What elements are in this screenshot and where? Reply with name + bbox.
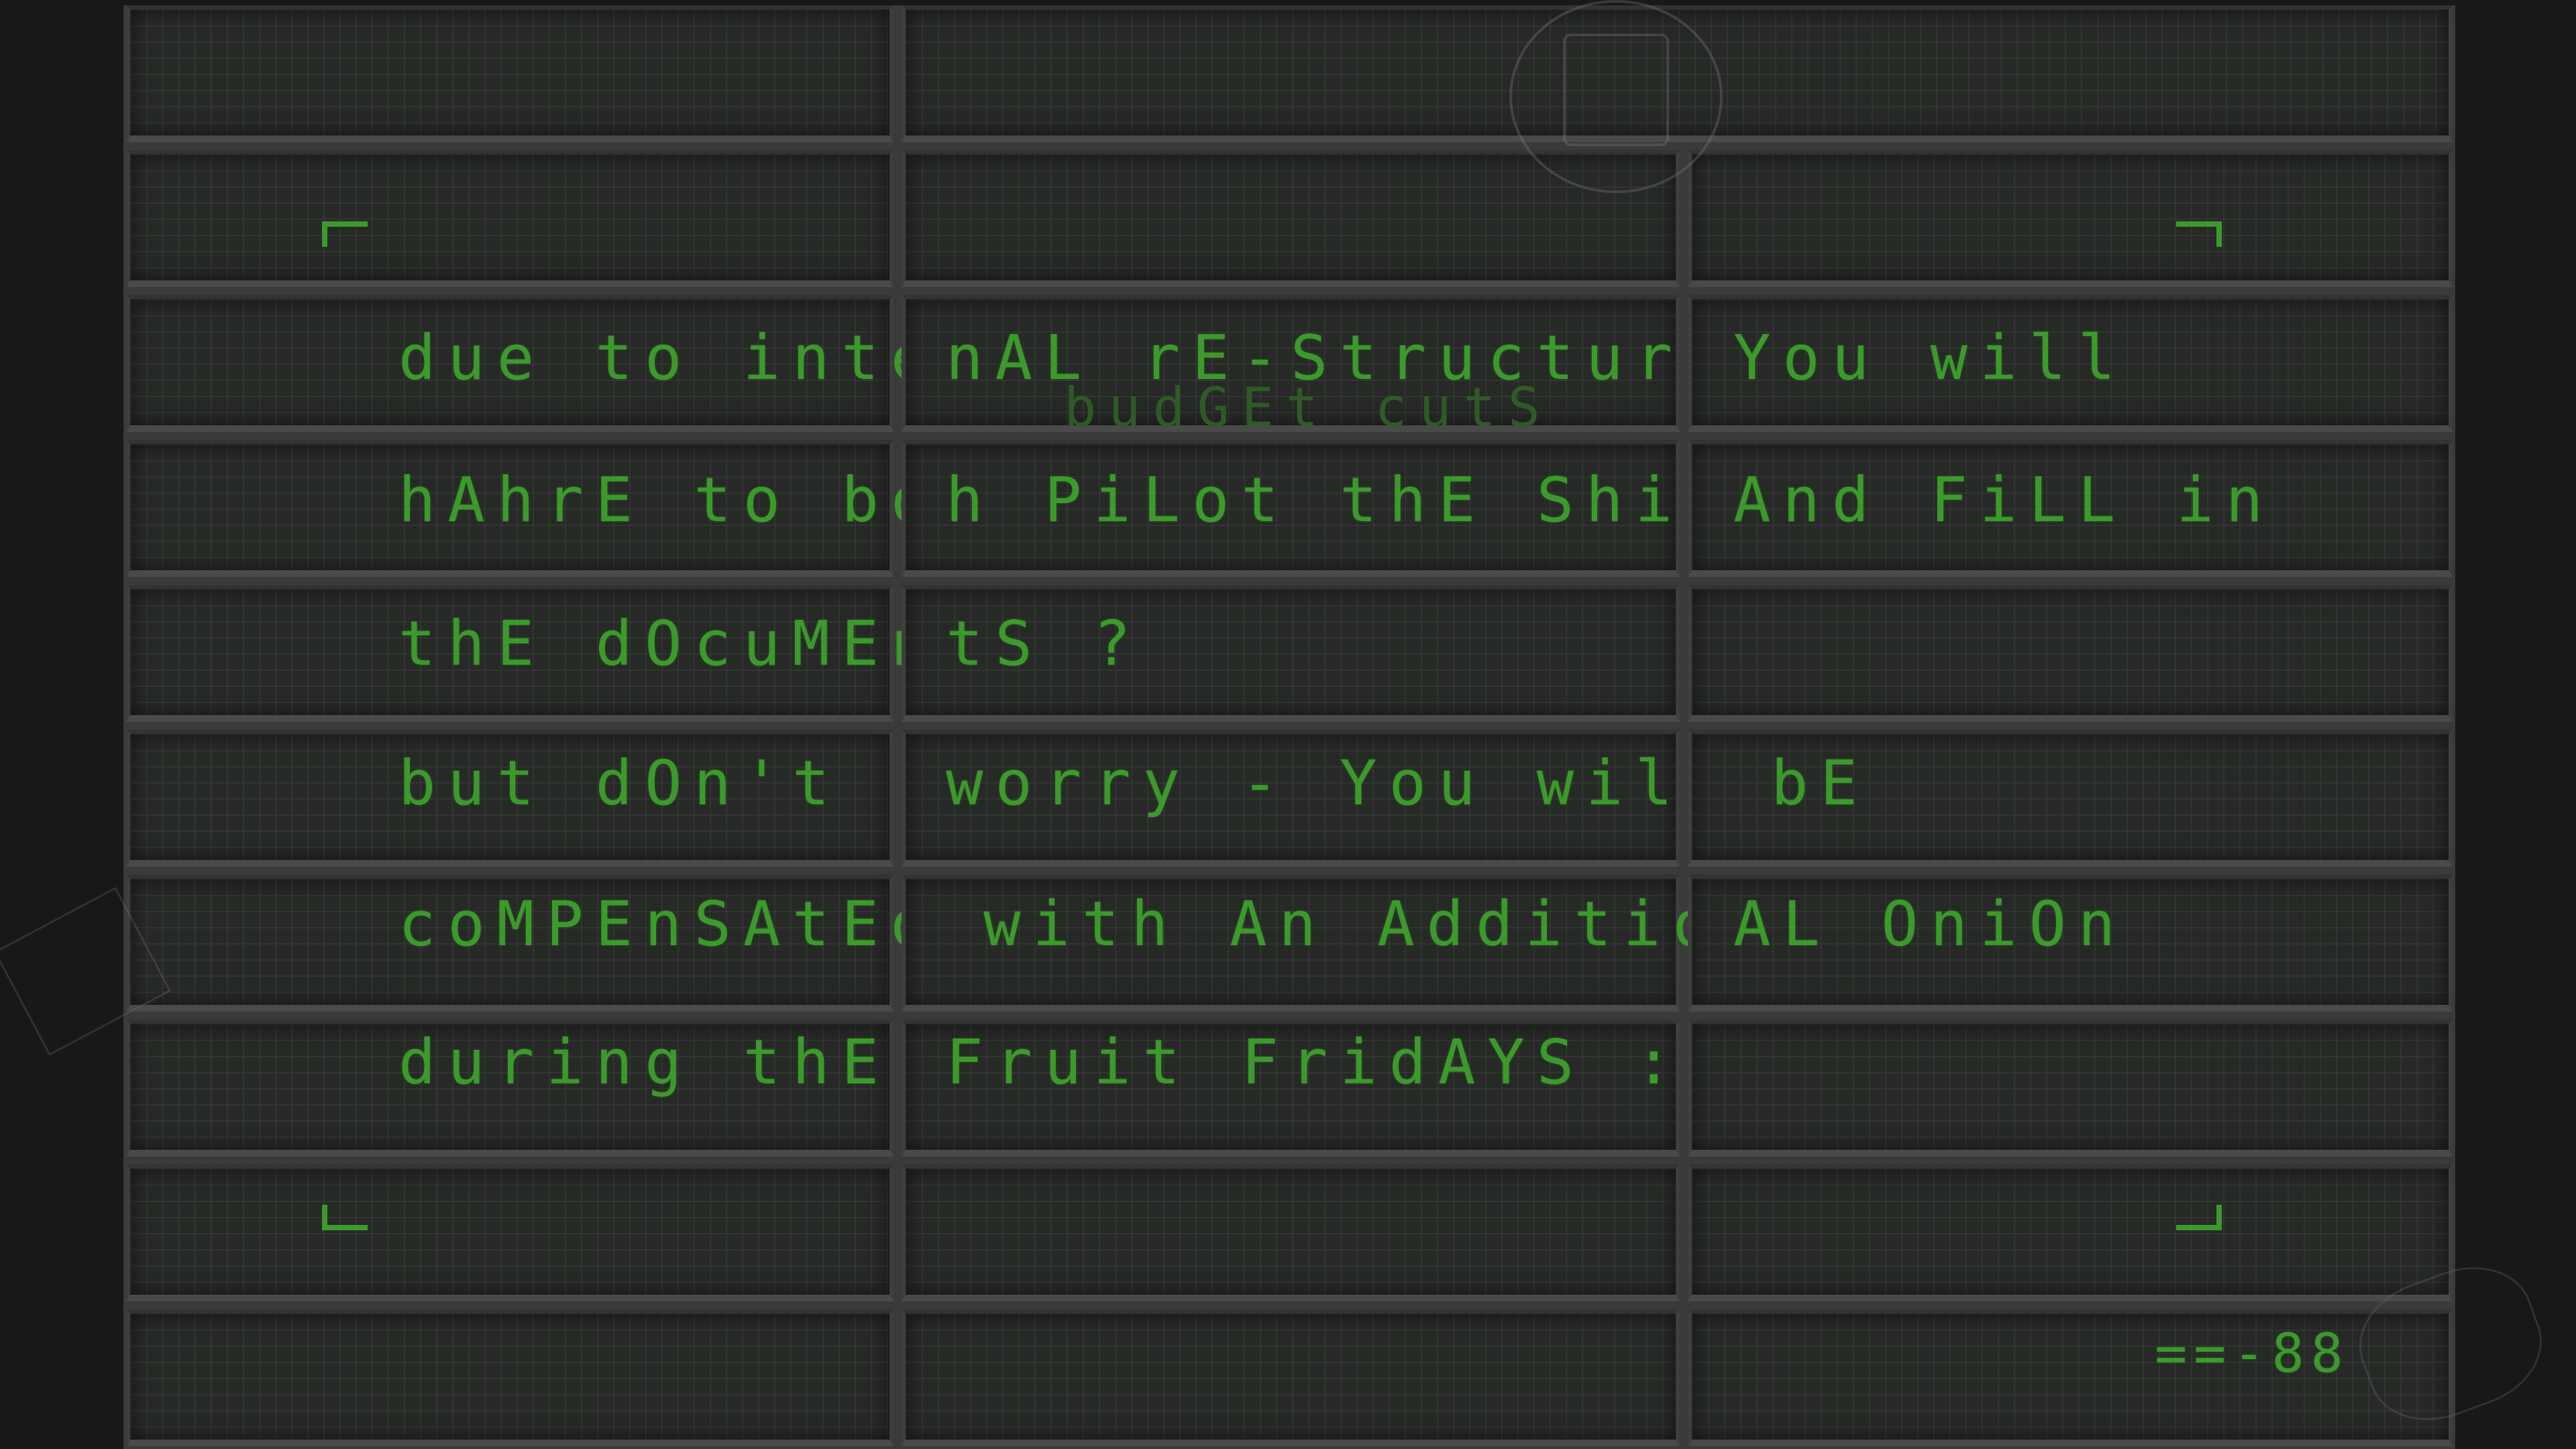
frame-corner-top-right (2176, 221, 2222, 247)
board-row: hAhrE to bot h PiLot thE ShiP And FiLL i… (123, 440, 2455, 582)
message-board: due to inter nAL rE-Structuring budGEt c… (123, 5, 2455, 1449)
board-panel: ==-88 (1688, 1309, 2453, 1446)
counter-display: ==-88 (2155, 1322, 2350, 1385)
board-panel: bE (1688, 730, 2453, 867)
message-text: coMPEnSAtEd (398, 888, 941, 960)
board-panel: during thE (126, 1020, 894, 1157)
frame-corner-top-left (322, 221, 368, 247)
board-panel (902, 1309, 1680, 1446)
board-panel (1688, 150, 2453, 287)
board-panel: with An Addition (902, 875, 1759, 1012)
board-row: coMPEnSAtEd with An Addition AL OniOn (123, 875, 2455, 1017)
board-panel (902, 1165, 1680, 1301)
board-panel: You will (1688, 295, 2453, 432)
board-panel: And FiLL in (1688, 440, 2453, 577)
board-panel: thE dOcuMEn (126, 585, 928, 722)
board-row: ==-88 (123, 1309, 2455, 1449)
board-panel (126, 150, 894, 287)
message-text: with An Addition (983, 888, 1772, 960)
board-panel: AL OniOn (1688, 875, 2453, 1012)
board-panel (126, 1165, 894, 1301)
board-panel: h PiLot thE ShiP (902, 440, 1721, 577)
board-panel (1688, 1165, 2453, 1301)
message-text: but dOn't (398, 747, 842, 819)
board-panel: nAL rE-Structuring budGEt cutS (902, 295, 1820, 439)
message-text: during thE (398, 1026, 891, 1098)
board-row: thE dOcuMEn tS ? (123, 585, 2455, 727)
board-panel: but dOn't (126, 730, 894, 867)
message-text: AL OniOn (1733, 888, 2128, 960)
message-text: thE dOcuMEn (398, 608, 941, 680)
board-row (123, 150, 2455, 292)
frame-corner-bottom-left (322, 1205, 368, 1230)
board-panel: worry - You will (902, 730, 1721, 867)
message-text: bE (1771, 747, 1870, 819)
board-panel: hAhrE to bot (126, 440, 977, 577)
message-text: tS ? (946, 608, 1143, 680)
board-panel: tS ? (902, 585, 1680, 722)
board-panel: coMPEnSAtEd (126, 875, 928, 1012)
overlay-text: budGEt cutS (1064, 376, 1552, 439)
board-row: but dOn't worry - You will bE (123, 730, 2455, 872)
board-panel: due to inter (126, 295, 977, 432)
board-row: during thE Fruit FridAYS :) (123, 1020, 2455, 1162)
message-text: Fruit FridAYS :) (946, 1026, 1734, 1098)
board-row: due to inter nAL rE-Structuring budGEt c… (123, 295, 2455, 437)
message-text: You will (1733, 322, 2128, 394)
board-row (123, 5, 2455, 148)
message-text: hAhrE to bot (398, 464, 989, 536)
frame-corner-bottom-right (2176, 1205, 2222, 1230)
board-panel (126, 1309, 894, 1446)
board-row (123, 1165, 2455, 1307)
message-text: And FiLL in (1733, 464, 2275, 536)
message-text: worry - You will (946, 747, 1734, 819)
board-panel (1688, 585, 2453, 722)
game-scene: due to inter nAL rE-Structuring budGEt c… (0, 0, 2576, 1449)
board-panel (126, 5, 894, 142)
stamp-inner-icon (1563, 34, 1669, 146)
message-text: h PiLot thE ShiP (946, 464, 1734, 536)
message-text: due to inter (398, 322, 989, 394)
board-panel: Fruit FridAYS :) (902, 1020, 1721, 1157)
board-panel (1688, 1020, 2453, 1157)
